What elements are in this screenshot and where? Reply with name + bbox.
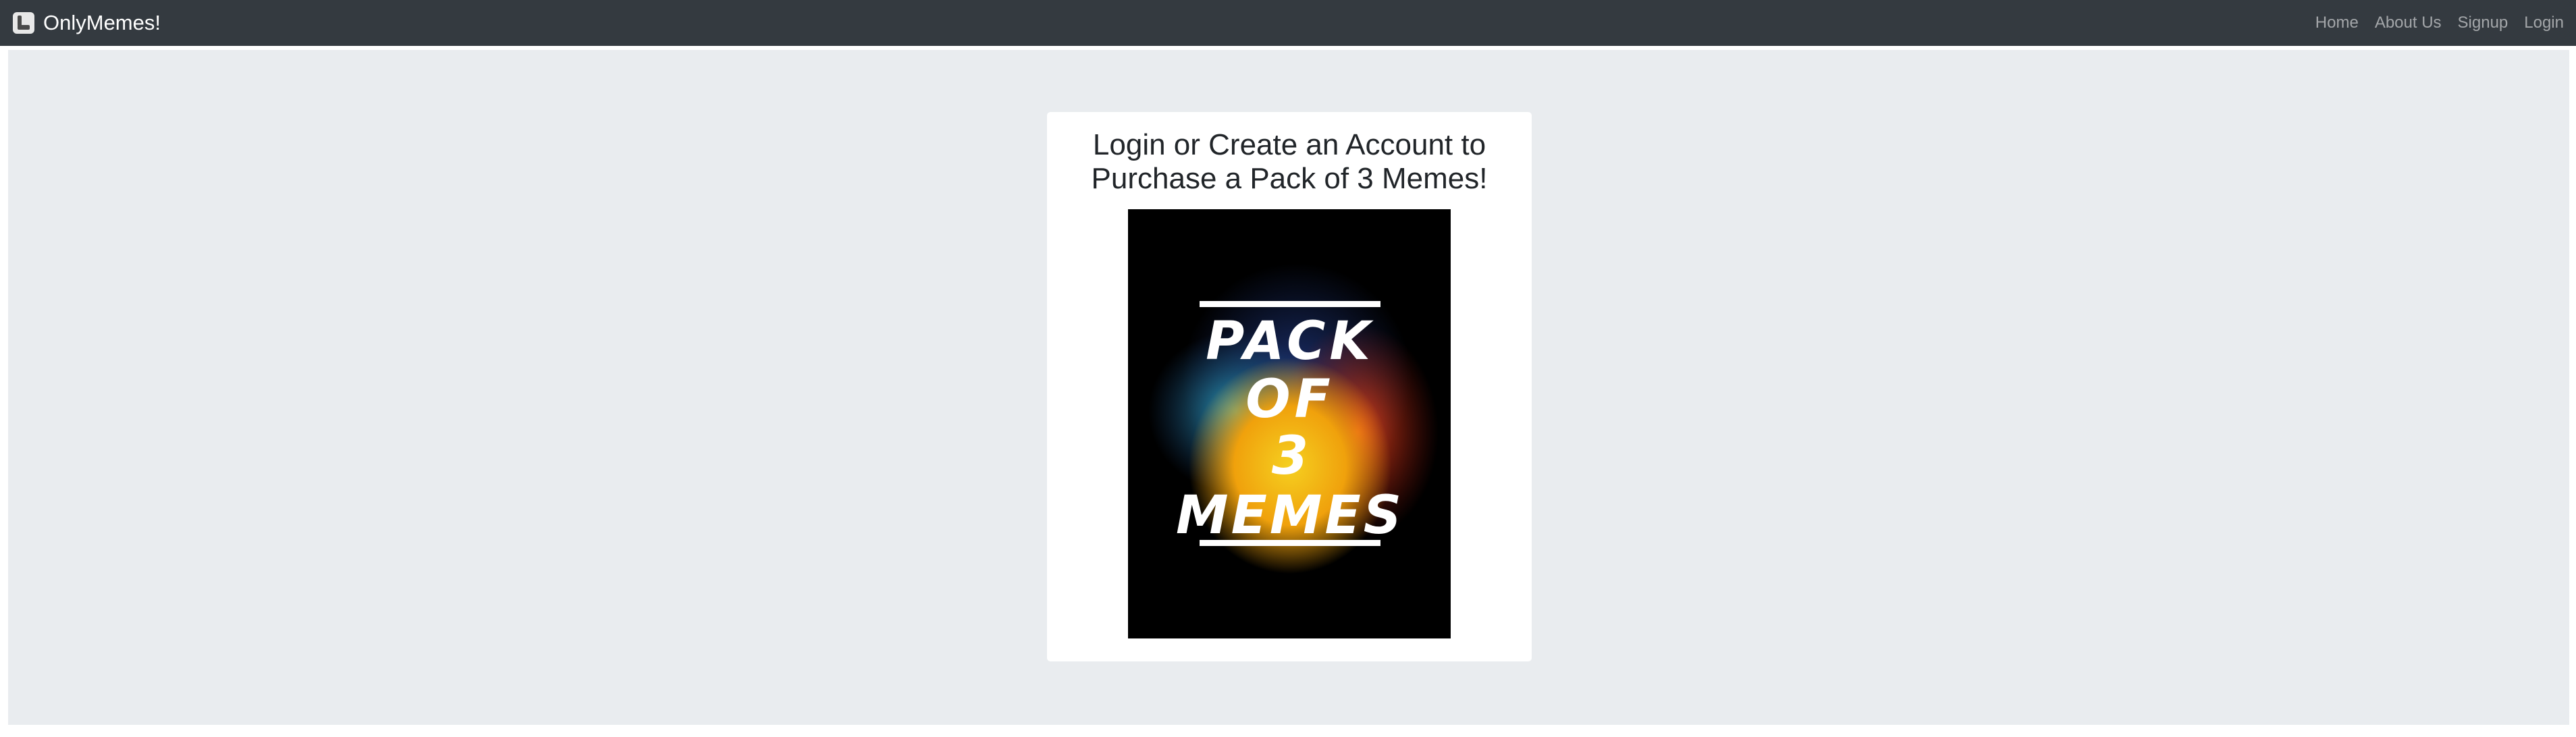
poster-top-bar — [1200, 301, 1380, 307]
nav-home-link[interactable]: Home — [2315, 13, 2359, 32]
brand-link[interactable]: OnlyMemes! — [12, 11, 161, 35]
nav-links: Home About Us Signup Login — [2299, 13, 2564, 32]
product-card: Login or Create an Account to Purchase a… — [1047, 112, 1532, 661]
poster-graphic: PACK OF 3 MEMES — [1128, 209, 1451, 638]
navbar: OnlyMemes! Home About Us Signup Login — [0, 0, 2576, 46]
poster-line-2: OF — [1245, 369, 1335, 430]
poster-line-3: 3 — [1272, 426, 1308, 487]
brand-name: OnlyMemes! — [43, 11, 161, 34]
nav-about-link[interactable]: About Us — [2375, 13, 2442, 32]
nav-signup-link[interactable]: Signup — [2458, 13, 2508, 32]
main-content: Login or Create an Account to Purchase a… — [8, 50, 2569, 725]
product-image: PACK OF 3 MEMES — [1128, 209, 1451, 638]
poster-line-1: PACK — [1206, 311, 1374, 372]
card-title: Login or Create an Account to Purchase a… — [1091, 128, 1488, 195]
user-emoji-icon — [12, 11, 35, 34]
nav-login-link[interactable]: Login — [2524, 13, 2564, 32]
poster-line-4: MEMES — [1176, 485, 1404, 546]
